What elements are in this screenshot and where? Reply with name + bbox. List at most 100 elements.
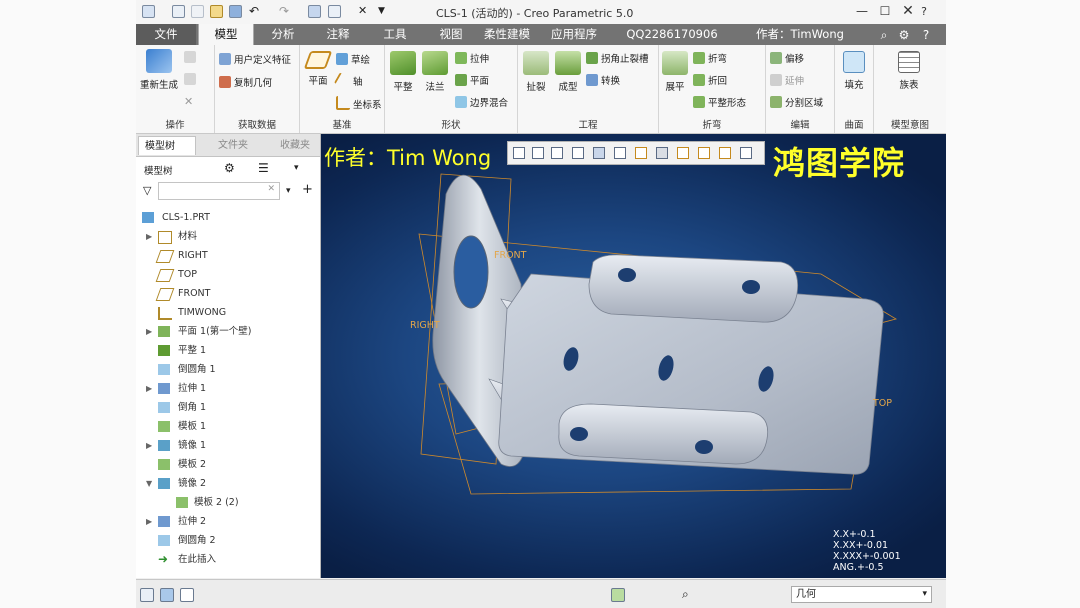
app-icon[interactable] bbox=[142, 5, 155, 18]
regenerate-quick-icon[interactable] bbox=[308, 5, 321, 18]
axis-display-icon[interactable] bbox=[677, 147, 689, 159]
browser-toggle-icon[interactable] bbox=[160, 588, 174, 602]
delete-icon[interactable]: ✕ bbox=[184, 95, 193, 108]
add-column-icon[interactable]: + bbox=[302, 182, 313, 197]
undo-icon[interactable]: ↶ bbox=[249, 5, 262, 18]
group-edit: 偏移 延伸 分割区域 编辑 bbox=[766, 45, 835, 133]
axis-button[interactable]: 轴 bbox=[333, 72, 363, 90]
message-icon[interactable] bbox=[611, 588, 625, 602]
tree-show-icon[interactable]: ☰ bbox=[258, 161, 269, 175]
offset-button[interactable]: 偏移 bbox=[770, 51, 804, 65]
split-area-button[interactable]: 分割区域 bbox=[770, 95, 823, 109]
extrude-button[interactable]: 拉伸 bbox=[455, 51, 489, 65]
boundary-blend-button[interactable]: 边界混合 bbox=[455, 95, 508, 109]
extend-button[interactable]: 延伸 bbox=[770, 73, 804, 87]
bend-button[interactable]: 折弯 bbox=[693, 51, 727, 65]
planar-button[interactable]: 平面 bbox=[455, 73, 489, 87]
regenerate-button[interactable]: 重新生成 bbox=[138, 49, 180, 91]
open-icon[interactable] bbox=[191, 5, 204, 18]
author-watermark: 作者：Tim Wong bbox=[324, 146, 492, 170]
graphics-viewport[interactable]: FRONT RIGHT TOP 作者：Tim Wong 鸿图学院 X.X+-0.… bbox=[321, 134, 946, 578]
expand-icon[interactable]: ▶ bbox=[146, 322, 154, 341]
tree-search-input[interactable]: ✕ bbox=[158, 182, 280, 200]
saved-orientations-icon[interactable] bbox=[614, 147, 626, 159]
paste-icon[interactable] bbox=[184, 73, 199, 86]
display-style-icon[interactable] bbox=[593, 147, 605, 159]
plane-button[interactable]: 平面 bbox=[302, 51, 334, 87]
repaint-icon[interactable] bbox=[572, 147, 584, 159]
view-manager-icon[interactable] bbox=[635, 147, 647, 159]
expand-icon[interactable]: ▶ bbox=[146, 512, 154, 531]
help-icon[interactable]: ? bbox=[916, 4, 932, 20]
help-tab-icon[interactable]: ? bbox=[918, 27, 934, 43]
point-display-icon[interactable] bbox=[698, 147, 710, 159]
tab-folder-browser[interactable]: 文件夹 bbox=[200, 136, 258, 155]
tab-flexible-modeling[interactable]: 柔性建模 bbox=[478, 24, 536, 45]
tab-author[interactable]: 作者：TimWong bbox=[734, 24, 866, 45]
save-icon[interactable] bbox=[229, 5, 242, 18]
flat-button[interactable]: 平整 bbox=[389, 51, 417, 93]
expand-icon[interactable]: ▶ bbox=[146, 436, 154, 455]
user-feature-button[interactable]: 用户定义特征 bbox=[219, 52, 291, 66]
form-icon bbox=[158, 459, 170, 470]
rip-button[interactable]: 扯裂 bbox=[522, 51, 550, 93]
tab-model-tree[interactable]: 模型树 bbox=[138, 136, 196, 155]
sketch-button[interactable]: 草绘 bbox=[336, 52, 370, 66]
tree-more-icon[interactable]: ▾ bbox=[294, 163, 299, 173]
tab-tools[interactable]: 工具 bbox=[369, 24, 421, 45]
regenerate-icon bbox=[146, 49, 172, 73]
clear-search-icon[interactable]: ✕ bbox=[267, 184, 275, 194]
minimize-button[interactable]: — bbox=[854, 3, 870, 19]
settings-icon[interactable]: ⚙ bbox=[896, 27, 912, 43]
windows-icon[interactable] bbox=[328, 5, 341, 18]
new-file-icon[interactable] bbox=[172, 5, 185, 18]
fill-button[interactable]: 填充 bbox=[839, 51, 869, 91]
collapse-icon[interactable]: ▼ bbox=[146, 474, 154, 493]
selection-filter-select[interactable]: 几何 ▾ bbox=[791, 586, 932, 603]
redo-icon[interactable]: ↷ bbox=[279, 5, 292, 18]
corner-relief-button[interactable]: 拐角止裂槽 bbox=[586, 51, 649, 65]
zoom-in-icon[interactable] bbox=[532, 147, 544, 159]
csys-button[interactable]: 坐标系 bbox=[336, 96, 382, 111]
tree-settings-icon[interactable]: ⚙ bbox=[224, 161, 235, 175]
fullscreen-icon[interactable] bbox=[180, 588, 194, 602]
datum-label-top[interactable]: TOP bbox=[873, 398, 892, 409]
datum-label-front[interactable]: FRONT bbox=[494, 250, 526, 261]
form-button[interactable]: 成型 bbox=[554, 51, 582, 93]
close-button[interactable]: ✕ bbox=[900, 3, 916, 19]
tab-view[interactable]: 视图 bbox=[424, 24, 478, 45]
tab-model[interactable]: 模型 bbox=[198, 24, 254, 45]
search-dropdown-icon[interactable]: ▾ bbox=[286, 186, 291, 196]
bend-back-button[interactable]: 折回 bbox=[693, 73, 727, 87]
tab-annotate[interactable]: 注释 bbox=[312, 24, 364, 45]
flat-pattern-button[interactable]: 平整形态 bbox=[693, 95, 746, 109]
customize-toolbar-icon[interactable]: ▼ bbox=[378, 5, 391, 18]
tree-toggle-icon[interactable] bbox=[140, 588, 154, 602]
tab-favorites[interactable]: 收藏夹 bbox=[262, 136, 320, 155]
copy-icon[interactable] bbox=[184, 51, 199, 64]
tab-analysis[interactable]: 分析 bbox=[256, 24, 310, 45]
search-icon[interactable]: ⌕ bbox=[876, 27, 892, 43]
convert-button[interactable]: 转换 bbox=[586, 73, 620, 87]
tab-file[interactable]: 文件 bbox=[136, 24, 196, 45]
flange-button[interactable]: 法兰 bbox=[421, 51, 449, 93]
refit-icon[interactable] bbox=[513, 147, 525, 159]
datum-label-right[interactable]: RIGHT bbox=[410, 320, 440, 331]
hole bbox=[618, 268, 636, 282]
maximize-button[interactable]: ☐ bbox=[877, 3, 893, 19]
find-icon[interactable]: ⌕ bbox=[682, 588, 696, 602]
tab-qq[interactable]: QQ2286170906 bbox=[614, 24, 730, 45]
tab-applications[interactable]: 应用程序 bbox=[540, 24, 608, 45]
folder-icon[interactable] bbox=[210, 5, 223, 18]
csys-display-icon[interactable] bbox=[719, 147, 731, 159]
plane-display-icon[interactable] bbox=[656, 147, 668, 159]
close-window-icon[interactable]: ✕ bbox=[358, 5, 371, 18]
family-table-button[interactable]: 族表 bbox=[892, 51, 926, 91]
copy-geometry-button[interactable]: 复制几何 bbox=[219, 75, 272, 89]
filter-icon[interactable]: ▽ bbox=[143, 184, 151, 197]
unbend-button[interactable]: 展平 bbox=[661, 51, 689, 93]
expand-icon[interactable]: ▶ bbox=[146, 227, 154, 246]
expand-icon[interactable]: ▶ bbox=[146, 379, 154, 398]
zoom-out-icon[interactable] bbox=[551, 147, 563, 159]
annotation-display-icon[interactable] bbox=[740, 147, 752, 159]
